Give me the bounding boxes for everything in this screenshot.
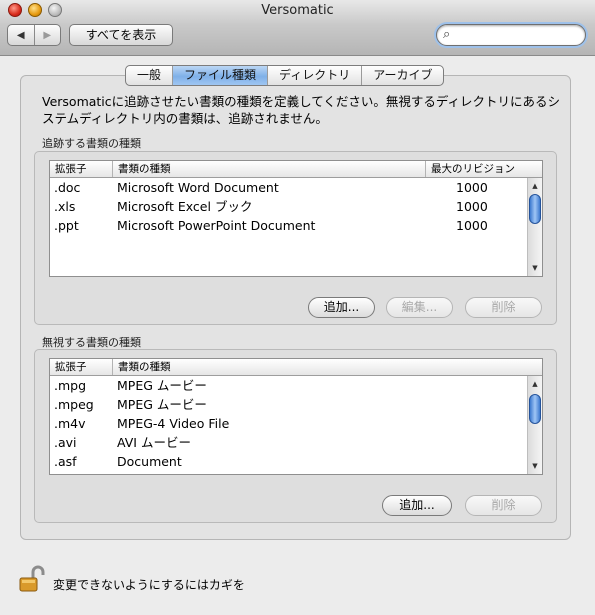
column-kind[interactable]: 書類の種類 [112,359,529,375]
scroll-down-arrow-icon[interactable]: ▼ [528,262,542,274]
row-extension: .ppt [54,218,79,233]
column-extension[interactable]: 拡張子 [50,359,112,375]
scroll-thumb[interactable] [529,194,541,224]
scroll-up-arrow-icon[interactable]: ▲ [528,180,542,192]
ignored-scrollbar[interactable]: ▲ ▼ [527,376,542,474]
tracked-group-label: 追跡する書類の種類 [42,137,141,150]
tab-archive[interactable]: アーカイブ [361,66,443,85]
row-extension: .avi [54,435,77,450]
column-extension[interactable]: 拡張子 [50,161,112,177]
row-extension: .doc [54,180,81,195]
table-row[interactable]: .mpg MPEG ムービー [50,376,542,395]
tab-bar: 一般 ファイル種類 ディレクトリ アーカイブ [125,65,445,86]
row-extension: .mpg [54,378,87,393]
row-kind: Microsoft Excel ブック [117,199,253,214]
table-row[interactable]: .doc Microsoft Word Document 1000 [50,178,542,197]
window-title: Versomatic [261,3,334,18]
row-extension: .xls [54,199,76,214]
row-kind: MPEG ムービー [117,397,207,412]
scroll-thumb[interactable] [529,394,541,424]
ignored-table-header: 拡張子 書類の種類 [50,359,542,376]
table-row[interactable]: .m4v MPEG-4 Video File [50,414,542,433]
row-max-revisions: 1000 [456,180,488,195]
scroll-up-arrow-icon[interactable]: ▲ [528,378,542,390]
search-field[interactable]: ⌕ [436,24,586,46]
tab-directories[interactable]: ディレクトリ [267,66,361,85]
forward-button[interactable]: ▶ [33,25,61,45]
tab-general[interactable]: 一般 [126,66,172,85]
ignored-group-label: 無視する書類の種類 [42,336,141,349]
row-extension: .m4v [54,416,86,431]
ignored-delete-button[interactable]: 削除 [465,495,542,516]
row-kind: Document [117,454,182,469]
scroll-down-arrow-icon[interactable]: ▼ [528,460,542,472]
row-extension: .asf [54,454,77,469]
table-row[interactable]: .asf Document [50,452,542,471]
tracked-scrollbar[interactable]: ▲ ▼ [527,178,542,276]
row-kind: Microsoft Word Document [117,180,279,195]
back-button[interactable]: ◀ [8,25,34,45]
lock-icon[interactable] [19,565,45,593]
row-max-revisions: 1000 [456,218,488,233]
ignored-table[interactable]: 拡張子 書類の種類 .mpg MPEG ムービー .mpeg MPEG ムービー… [49,358,543,475]
lock-hint-text: 変更できないようにするにはカギを [53,578,245,592]
tracked-edit-button[interactable]: 編集... [386,297,453,318]
table-row[interactable]: .avi AVI ムービー [50,433,542,452]
tracked-delete-button[interactable]: 削除 [465,297,542,318]
row-max-revisions: 1000 [456,199,488,214]
description-text: Versomaticに追跡させたい書類の種類を定義してください。無視するディレク… [42,94,561,126]
forward-arrow-icon: ▶ [43,29,52,41]
table-row[interactable]: .mpeg MPEG ムービー [50,395,542,414]
tracked-add-button[interactable]: 追加... [308,297,375,318]
row-extension: .mpeg [54,397,94,412]
tracked-table[interactable]: 拡張子 書類の種類 最大のリビジョン .doc Microsoft Word D… [49,160,543,277]
search-icon: ⌕ [443,27,451,42]
column-max-revisions[interactable]: 最大のリビジョン [425,161,529,177]
row-kind: AVI ムービー [117,435,191,450]
column-kind[interactable]: 書類の種類 [112,161,425,177]
row-kind: MPEG-4 Video File [117,416,230,431]
table-row[interactable]: .xls Microsoft Excel ブック 1000 [50,197,542,216]
tracked-table-header: 拡張子 書類の種類 最大のリビジョン [50,161,542,178]
preferences-window: Versomatic ◀ ▶ すべてを表示 ⌕ 一般 ファイル種類 ディレクトリ… [0,0,595,615]
show-all-button[interactable]: すべてを表示 [69,24,173,46]
back-forward-control: ◀ ▶ [7,24,61,46]
tab-file-types[interactable]: ファイル種類 [172,66,268,85]
row-kind: MPEG ムービー [117,378,207,393]
title-bar: Versomatic ◀ ▶ すべてを表示 ⌕ [0,0,595,56]
back-arrow-icon: ◀ [16,29,25,41]
ignored-add-button[interactable]: 追加... [382,495,452,516]
search-input[interactable] [459,27,579,43]
row-kind: Microsoft PowerPoint Document [117,218,316,233]
table-row[interactable]: .ppt Microsoft PowerPoint Document 1000 [50,216,542,235]
